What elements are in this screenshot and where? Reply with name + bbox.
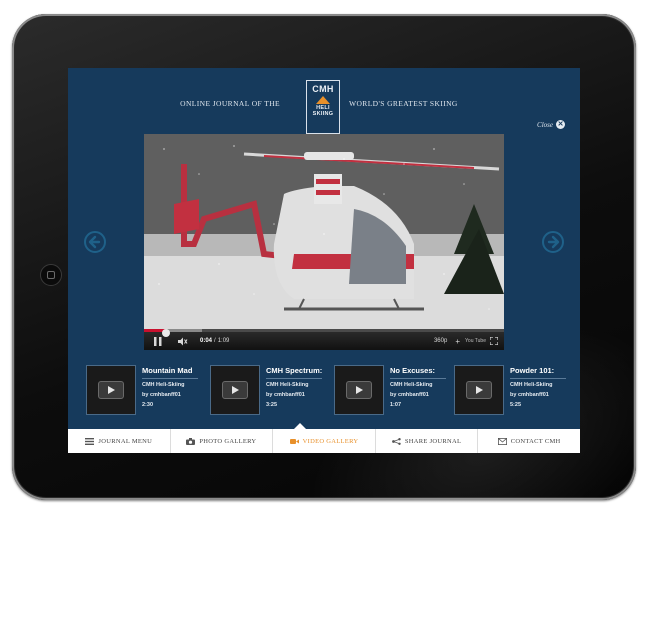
playlist-item-duration: 3:25 — [266, 402, 278, 408]
cmh-logo[interactable]: CMH HELI SKIING — [306, 80, 340, 134]
playlist-item-divider — [510, 378, 566, 379]
play-button[interactable] — [346, 381, 372, 399]
playlist-item-title[interactable]: Mountain Mad — [142, 366, 192, 375]
playlist-item-title[interactable]: Powder 101: — [510, 366, 554, 375]
pause-button[interactable] — [154, 332, 162, 350]
playlist-item-divider — [390, 378, 446, 379]
nav-video-gallery-label: VIDEO GALLERY — [302, 437, 359, 445]
playlist-item[interactable]: CMH Spectrum: CMH Heli-Skiing by cmhbanf… — [210, 365, 330, 417]
nav-journal-menu-label: JOURNAL MENU — [98, 437, 153, 445]
fullscreen-button[interactable] — [490, 332, 498, 350]
nav-share-journal[interactable]: SHARE JOURNAL — [376, 429, 479, 453]
playlist-thumbnail[interactable] — [454, 365, 504, 415]
playlist-item-author: by cmhbanff01 — [390, 392, 429, 398]
camera-icon — [186, 437, 196, 445]
logo-text-cmh: CMH — [312, 84, 334, 94]
playlist-thumbnail[interactable] — [86, 365, 136, 415]
playlist-item-channel: CMH Heli-Skiing — [142, 382, 185, 388]
arrow-left-icon — [88, 235, 101, 249]
playlist-item-author: by cmhbanff01 — [142, 392, 181, 398]
quality-label: 360p — [433, 338, 448, 344]
header-tagline-right: WORLD'S GREATEST SKIING — [349, 99, 458, 108]
play-icon — [107, 386, 115, 394]
play-icon — [475, 386, 483, 394]
envelope-icon — [497, 437, 507, 445]
home-button[interactable] — [40, 264, 62, 286]
playlist-thumbnail[interactable] — [210, 365, 260, 415]
playlist-item-duration: 1:07 — [390, 402, 402, 408]
home-square-icon — [47, 271, 55, 279]
video-time-readout: 0:04 / 1:09 — [200, 332, 229, 350]
video-time-separator: / — [214, 338, 216, 344]
video-camera-icon — [289, 438, 299, 444]
playlist-item-title[interactable]: CMH Spectrum: — [266, 366, 322, 375]
playlist-item-channel: CMH Heli-Skiing — [510, 382, 553, 388]
play-icon — [231, 386, 239, 394]
header-tagline-left: ONLINE JOURNAL OF THE — [180, 99, 280, 108]
nav-contact-cmh-label: CONTACT CMH — [510, 437, 561, 445]
play-button[interactable] — [222, 381, 248, 399]
video-player[interactable]: 0:04 / 1:09 360p + You Tube — [144, 134, 504, 350]
playlist-item-author: by cmhbanff01 — [266, 392, 305, 398]
quality-button[interactable]: 360p + — [434, 332, 460, 350]
nav-journal-menu[interactable]: JOURNAL MENU — [68, 429, 171, 453]
video-frame-helicopter — [144, 134, 504, 332]
playlist-item-title[interactable]: No Excuses: — [390, 366, 435, 375]
play-icon — [355, 386, 363, 394]
list-icon — [85, 437, 95, 445]
speaker-icon — [178, 337, 188, 345]
app-screen: ONLINE JOURNAL OF THE CMH HELI SKIING WO… — [68, 68, 580, 453]
playlist-item-author: by cmhbanff01 — [510, 392, 549, 398]
video-duration: 1:09 — [217, 338, 230, 344]
video-controls-bar: 0:04 / 1:09 360p + You Tube — [144, 329, 504, 350]
video-playlist: Mountain Mad CMH Heli-Skiing by cmhbanff… — [86, 365, 566, 417]
playlist-item-duration: 2:30 — [142, 402, 154, 408]
close-icon: ✕ — [556, 120, 565, 129]
playlist-item[interactable]: Powder 101: CMH Heli-Skiing by cmhbanff0… — [454, 365, 574, 417]
logo-text-skiing: SKIING — [312, 111, 334, 117]
close-button[interactable]: Close ✕ — [537, 120, 565, 129]
playlist-item[interactable]: No Excuses: CMH Heli-Skiing by cmhbanff0… — [334, 365, 454, 417]
play-button[interactable] — [466, 381, 492, 399]
playlist-item-duration: 5:25 — [510, 402, 522, 408]
nav-video-gallery[interactable]: VIDEO GALLERY — [273, 429, 376, 453]
video-scrub-handle[interactable] — [161, 329, 170, 337]
arrow-right-icon — [547, 235, 560, 249]
share-icon — [391, 437, 401, 445]
play-button[interactable] — [98, 381, 124, 399]
youtube-logo-button[interactable]: You Tube — [465, 332, 486, 350]
playlist-item-divider — [142, 378, 198, 379]
volume-button[interactable] — [178, 332, 188, 350]
playlist-item-divider — [266, 378, 322, 379]
playlist-item-channel: CMH Heli-Skiing — [266, 382, 309, 388]
plus-icon: + — [455, 336, 460, 346]
close-label: Close — [537, 120, 553, 129]
bottom-nav: JOURNAL MENU PHOTO GALLERY VIDEO GALLERY… — [68, 429, 580, 453]
playlist-item-channel: CMH Heli-Skiing — [390, 382, 433, 388]
next-arrow-button[interactable] — [542, 231, 564, 253]
playlist-item[interactable]: Mountain Mad CMH Heli-Skiing by cmhbanff… — [86, 365, 206, 417]
nav-share-journal-label: SHARE JOURNAL — [404, 437, 462, 445]
youtube-label: You Tube — [465, 338, 486, 344]
previous-arrow-button[interactable] — [84, 231, 106, 253]
nav-photo-gallery[interactable]: PHOTO GALLERY — [171, 429, 274, 453]
playlist-thumbnail[interactable] — [334, 365, 384, 415]
nav-photo-gallery-label: PHOTO GALLERY — [199, 437, 257, 445]
mountain-icon — [316, 96, 330, 104]
video-current-time: 0:04 — [200, 338, 213, 344]
nav-contact-cmh[interactable]: CONTACT CMH — [478, 429, 580, 453]
pause-icon — [154, 336, 162, 346]
fullscreen-icon — [490, 337, 498, 345]
